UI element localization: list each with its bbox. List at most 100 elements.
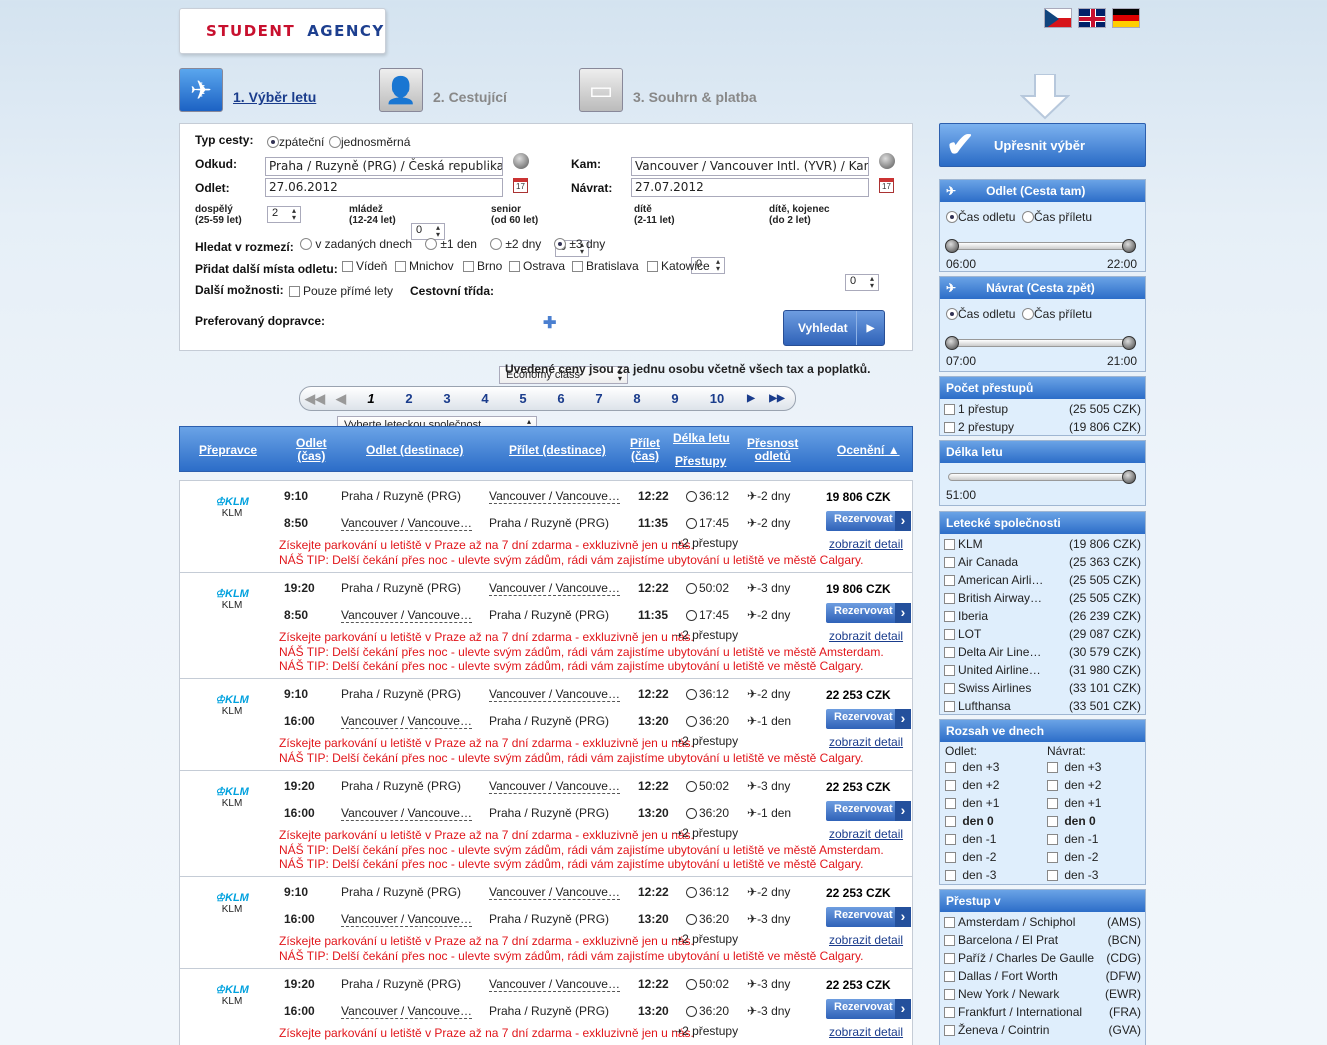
- add-carrier-icon[interactable]: ✚: [543, 313, 556, 333]
- checkbox[interactable]: [1047, 816, 1058, 827]
- range-2-radio[interactable]: ±2 dny: [490, 237, 541, 251]
- czech-flag-icon[interactable]: [1044, 8, 1072, 28]
- days-ret-item[interactable]: den -2: [1047, 850, 1098, 864]
- days-dep-item[interactable]: den -1: [945, 832, 996, 846]
- uk-flag-icon[interactable]: [1078, 8, 1106, 28]
- airline-filter-item[interactable]: KLM (19 806 CZK): [940, 535, 1145, 553]
- checkbox[interactable]: [944, 971, 955, 982]
- via-filter-item[interactable]: New York / Newark (EWR): [940, 985, 1145, 1003]
- ret-dep-time-radio[interactable]: Čas odletu: [946, 307, 1015, 321]
- page-7[interactable]: 7: [580, 391, 618, 406]
- slider-handle[interactable]: [1122, 336, 1136, 350]
- page-5[interactable]: 5: [504, 391, 542, 406]
- checkbox[interactable]: [945, 762, 956, 773]
- days-dep-item[interactable]: den -2: [945, 850, 996, 864]
- range-1-radio[interactable]: ±1 den: [425, 237, 477, 251]
- out-dep-time-radio[interactable]: Čas odletu: [946, 210, 1015, 224]
- detail-link[interactable]: zobrazit detail: [829, 827, 903, 841]
- book-button[interactable]: Rezervovat: [826, 603, 911, 623]
- sort-duration[interactable]: Délka letu: [673, 432, 730, 445]
- checkbox[interactable]: [944, 629, 955, 640]
- logo[interactable]: STUDENT AGENCY: [179, 8, 386, 54]
- checkbox[interactable]: [944, 1025, 955, 1036]
- prev-page-icon[interactable]: ◀: [330, 391, 352, 407]
- sort-arrival-dest[interactable]: Přílet (destinace): [509, 444, 606, 457]
- via-filter-item[interactable]: Frankfurt / International (FRA): [940, 1003, 1145, 1021]
- via-filter-item[interactable]: Ženeva / Cointrin (GVA): [940, 1021, 1145, 1039]
- airline-filter-item[interactable]: Swiss Airlines (33 101 CZK): [940, 679, 1145, 697]
- checkbox[interactable]: [1047, 780, 1058, 791]
- next-page-icon[interactable]: ▶: [740, 393, 762, 404]
- round-trip-radio[interactable]: zpáteční: [267, 135, 324, 149]
- calendar-icon[interactable]: 17: [513, 178, 528, 193]
- sort-arrival-time[interactable]: Přílet (čas): [630, 437, 660, 463]
- checkbox[interactable]: [945, 816, 956, 827]
- slider-handle[interactable]: [945, 336, 959, 350]
- days-ret-item[interactable]: den -3: [1047, 868, 1098, 882]
- extra-origin-katowice[interactable]: Katowice: [647, 259, 710, 273]
- duration-slider[interactable]: [948, 470, 1136, 484]
- last-page-icon[interactable]: ▶▶: [762, 393, 792, 404]
- checkbox[interactable]: [944, 593, 955, 604]
- book-button[interactable]: Rezervovat: [826, 907, 911, 927]
- range-3-radio[interactable]: ±3 dny: [554, 237, 605, 251]
- detail-link[interactable]: zobrazit detail: [829, 629, 903, 643]
- search-button[interactable]: Vyhledat ▶: [783, 310, 885, 346]
- ret-arr-time-radio[interactable]: Čas příletu: [1022, 307, 1092, 321]
- ret-from[interactable]: Vancouver / Vancouve…: [341, 806, 472, 821]
- airline-filter-item[interactable]: American Airli… (25 505 CZK): [940, 571, 1145, 589]
- checkbox[interactable]: [944, 683, 955, 694]
- checkbox[interactable]: [1047, 834, 1058, 845]
- out-arr-time-radio[interactable]: Čas příletu: [1022, 210, 1092, 224]
- ret-from[interactable]: Vancouver / Vancouve…: [341, 912, 472, 927]
- oneway-radio[interactable]: jednosměrná: [329, 135, 410, 149]
- promo-text[interactable]: Získejte parkování u letiště v Praze až …: [279, 736, 694, 750]
- days-ret-item[interactable]: den +1: [1047, 796, 1101, 810]
- sort-departure-dest[interactable]: Odlet (destinace): [366, 444, 463, 457]
- checkbox[interactable]: [944, 1007, 955, 1018]
- via-filter-item[interactable]: Amsterdam / Schiphol (AMS): [940, 913, 1145, 931]
- page-6[interactable]: 6: [542, 391, 580, 406]
- via-filter-item[interactable]: Paříž / Charles De Gaulle (CDG): [940, 949, 1145, 967]
- globe-icon[interactable]: [513, 153, 529, 169]
- extra-origin-bratislava[interactable]: Bratislava: [572, 259, 639, 273]
- stops-filter-item[interactable]: 2 přestupy (19 806 CZK): [940, 418, 1145, 436]
- book-button[interactable]: Rezervovat: [826, 999, 911, 1019]
- checkbox[interactable]: [945, 870, 956, 881]
- globe-icon[interactable]: [879, 153, 895, 169]
- ret-from[interactable]: Vancouver / Vancouve…: [341, 516, 472, 531]
- departure-date-input[interactable]: 27.06.2012: [265, 178, 503, 197]
- step-1[interactable]: ✈ 1. Výběr letu: [179, 68, 316, 112]
- checkbox[interactable]: [944, 422, 955, 433]
- airline-filter-item[interactable]: Iberia (26 239 CZK): [940, 607, 1145, 625]
- checkbox[interactable]: [944, 404, 955, 415]
- page-3[interactable]: 3: [428, 391, 466, 406]
- days-ret-item[interactable]: den 0: [1047, 814, 1096, 828]
- days-ret-item[interactable]: den +3: [1047, 760, 1101, 774]
- book-button[interactable]: Rezervovat: [826, 709, 911, 729]
- days-dep-item[interactable]: den 0: [945, 814, 994, 828]
- slider-handle[interactable]: [1122, 470, 1136, 484]
- checkbox[interactable]: [1047, 870, 1058, 881]
- out-to[interactable]: Vancouver / Vancouve…: [489, 489, 620, 504]
- page-10[interactable]: 10: [694, 391, 740, 406]
- checkbox[interactable]: [944, 935, 955, 946]
- page-8[interactable]: 8: [618, 391, 656, 406]
- slider-handle[interactable]: [1122, 239, 1136, 253]
- ret-from[interactable]: Vancouver / Vancouve…: [341, 608, 472, 623]
- checkbox[interactable]: [945, 798, 956, 809]
- pax-adult-select[interactable]: 2: [267, 206, 301, 223]
- to-input[interactable]: Vancouver / Vancouver Intl. (YVR) / Kana…: [631, 157, 869, 176]
- airline-filter-item[interactable]: British Airway… (25 505 CZK): [940, 589, 1145, 607]
- out-time-slider[interactable]: [945, 239, 1136, 253]
- extra-origin-munich[interactable]: Mnichov: [395, 259, 454, 273]
- out-to[interactable]: Vancouver / Vancouve…: [489, 581, 620, 596]
- airline-filter-item[interactable]: Lufthansa (33 501 CZK): [940, 697, 1145, 715]
- days-dep-item[interactable]: den +3: [945, 760, 999, 774]
- promo-text[interactable]: Získejte parkování u letiště v Praze až …: [279, 934, 694, 948]
- days-dep-item[interactable]: den -3: [945, 868, 996, 882]
- from-input[interactable]: Praha / Ruzyně (PRG) / Česká republika: [265, 157, 503, 176]
- checkbox[interactable]: [944, 557, 955, 568]
- airline-filter-item[interactable]: LOT (29 087 CZK): [940, 625, 1145, 643]
- checkbox[interactable]: [944, 611, 955, 622]
